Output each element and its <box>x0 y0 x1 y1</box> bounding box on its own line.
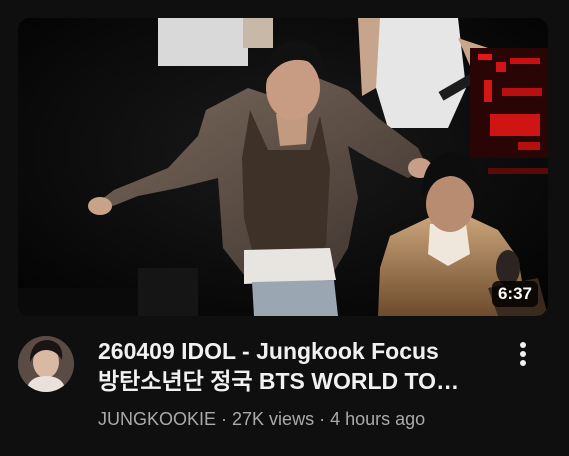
avatar-image <box>18 336 74 392</box>
separator-dot: · <box>314 409 331 429</box>
video-thumbnail[interactable]: 6:37 <box>18 18 548 316</box>
more-actions-button[interactable] <box>511 340 535 368</box>
channel-name[interactable]: JUNGKOOKIE <box>98 409 216 429</box>
video-byline: JUNGKOOKIE · 27K views · 4 hours ago <box>98 408 498 430</box>
channel-avatar[interactable] <box>18 336 74 392</box>
separator-dot: · <box>216 409 233 429</box>
view-count: 27K views <box>232 409 315 429</box>
video-title-line-1: 260409 IDOL - Jungkook Focus <box>98 338 439 364</box>
video-title[interactable]: 260409 IDOL - Jungkook Focus 방탄소년단 정국 BT… <box>98 336 498 396</box>
thumbnail-image <box>18 18 548 316</box>
video-title-line-2: 방탄소년단 정국 BTS WORLD TO… <box>98 368 460 394</box>
video-metadata: 260409 IDOL - Jungkook Focus 방탄소년단 정국 BT… <box>98 336 498 430</box>
upload-age: 4 hours ago <box>330 409 426 429</box>
duration-badge: 6:37 <box>491 281 538 307</box>
video-card[interactable]: 6:37 260409 IDOL - Jungkook Focus 방탄소년단 … <box>0 0 569 456</box>
